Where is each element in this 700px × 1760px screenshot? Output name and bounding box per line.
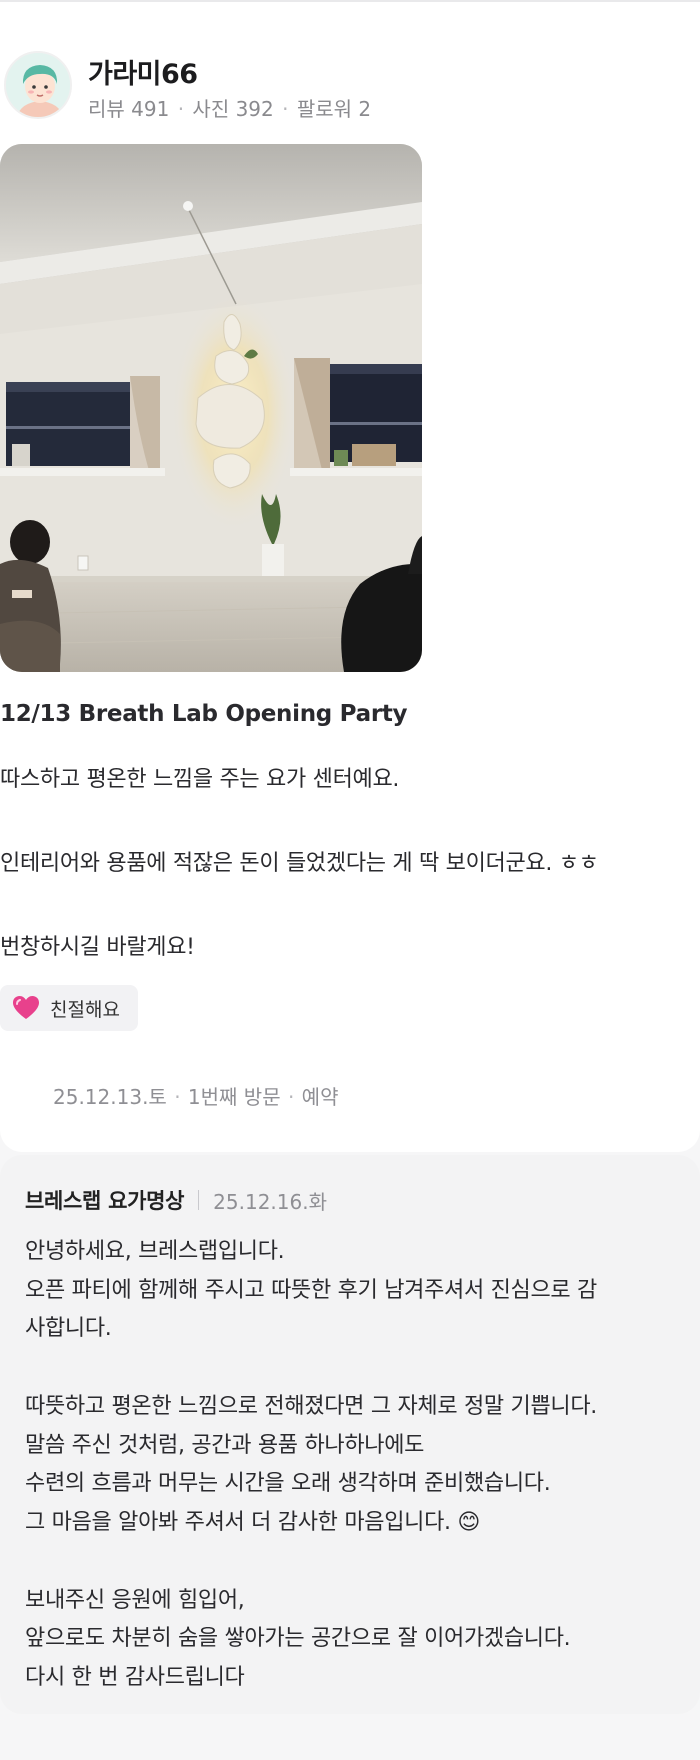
- review-photo[interactable]: [0, 144, 422, 672]
- reply-author[interactable]: 브레스랩 요가명상: [25, 1185, 184, 1215]
- review-text-line: 번창하시길 바랄게요!: [0, 935, 195, 960]
- reply-text-line: 안녕하세요, 브레스랩입니다.: [25, 1239, 285, 1264]
- reply-text-line: 말씀 주신 것처럼, 공간과 용품 하나하나에도: [25, 1433, 425, 1458]
- stats-separator: ·: [282, 97, 289, 121]
- keyword-tag[interactable]: 친절해요: [0, 985, 138, 1031]
- reply-date: 25.12.16.화: [213, 1189, 327, 1214]
- reply-text-line: 사합니다.: [25, 1316, 112, 1341]
- review-text-line: 따스하고 평온한 느낌을 주는 요가 센터예요.: [0, 767, 400, 792]
- heart-icon: [13, 996, 39, 1019]
- reply-text-line: 다시 한 번 감사드립니다: [25, 1665, 245, 1690]
- visit-info: 25.12.13.토 · 1번째 방문 · 예약: [53, 1081, 338, 1110]
- reply-text-line: 따뜻하고 평온한 느낌으로 전해졌다면 그 자체로 정말 기쁩니다.: [25, 1394, 597, 1419]
- visit-count: 1번째 방문: [187, 1085, 281, 1109]
- photo-count: 사진 392: [192, 97, 274, 121]
- review-text-line: 인테리어와 용품에 적잖은 돈이 들었겠다는 게 딱 보이더군요. ㅎㅎ: [0, 851, 599, 876]
- stats-separator: ·: [177, 97, 185, 121]
- review-title: 12/13 Breath Lab Opening Party: [0, 701, 408, 727]
- keyword-tag-label: 친절해요: [50, 998, 120, 1021]
- visit-date: 25.12.13.토: [53, 1085, 167, 1109]
- meta-separator: ·: [174, 1085, 181, 1109]
- visit-type: 예약: [301, 1085, 339, 1109]
- review-count: 리뷰 491: [88, 97, 170, 121]
- owner-reply: 브레스랩 요가명상 25.12.16.화 안녕하세요, 브레스랩입니다. 오픈 …: [0, 1155, 700, 1714]
- review-card: 가라미66 리뷰 491 · 사진 392 · 팔로워 2 12/13 Brea…: [0, 2, 700, 1152]
- reply-text-line: 오픈 파티에 함께해 주시고 따뜻한 후기 남겨주셔서 진심으로 감: [25, 1278, 597, 1303]
- reply-text-line: 앞으로도 차분히 숨을 쌓아가는 공간으로 잘 이어가겠습니다.: [25, 1626, 571, 1651]
- reply-text-line: 보내주신 응원에 힘입어,: [25, 1588, 245, 1613]
- meta-separator: ·: [287, 1085, 295, 1109]
- reply-text-line: 수련의 흐름과 머무는 시간을 오래 생각하며 준비했습니다.: [25, 1471, 551, 1496]
- reply-text-line: 그 마음을 알아봐 주셔서 더 감사한 마음입니다. 😊: [25, 1510, 481, 1535]
- reply-divider: [198, 1190, 200, 1210]
- user-avatar[interactable]: [4, 51, 72, 119]
- reply-header: 브레스랩 요가명상 25.12.16.화: [25, 1185, 327, 1215]
- user-name[interactable]: 가라미66: [88, 52, 198, 91]
- follower-count: 팔로워 2: [296, 97, 372, 121]
- user-stats: 리뷰 491 · 사진 392 · 팔로워 2: [88, 93, 371, 122]
